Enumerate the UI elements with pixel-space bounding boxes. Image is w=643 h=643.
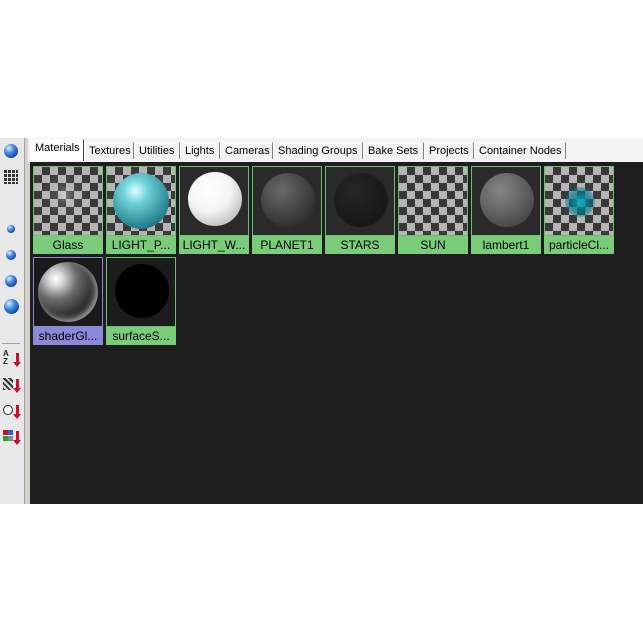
tab-shading-groups[interactable]: Shading Groups: [273, 142, 363, 159]
swatch-label: shaderGl...: [33, 327, 103, 345]
left-toolbar: AZ: [0, 138, 25, 504]
swatch-preview: [106, 257, 176, 327]
sort-by-name-icon[interactable]: AZ: [1, 349, 21, 369]
tab-bar: Materials Textures Utilities Lights Came…: [28, 138, 643, 162]
material-swatch-planet1[interactable]: PLANET1: [252, 166, 322, 254]
swatch-preview: [544, 166, 614, 236]
swatch-preview: [106, 166, 176, 236]
swatch-label: LIGHT_P...: [106, 236, 176, 254]
tab-bake-sets[interactable]: Bake Sets: [363, 142, 424, 159]
swatch-label: SUN: [398, 236, 468, 254]
swatch-label: LIGHT_W...: [179, 236, 249, 254]
swatch-preview: [33, 166, 103, 236]
material-swatch-light-w[interactable]: LIGHT_W...: [179, 166, 249, 254]
tab-materials[interactable]: Materials: [30, 139, 84, 161]
sphere-medium-icon[interactable]: [1, 245, 21, 265]
tab-textures[interactable]: Textures: [84, 142, 134, 159]
swatch-preview: [398, 166, 468, 236]
tab-lights[interactable]: Lights: [180, 142, 220, 159]
sort-by-time-icon[interactable]: [1, 401, 21, 421]
material-swatch-particle-cloud[interactable]: particleCl...: [544, 166, 614, 254]
sphere-small-icon[interactable]: [1, 219, 21, 239]
sphere-large2-icon[interactable]: [1, 271, 21, 291]
swatch-area: Glass LIGHT_P... LIGHT_W... PLANET1 STAR…: [30, 162, 643, 504]
tab-utilities[interactable]: Utilities: [134, 142, 180, 159]
swatch-preview: [325, 166, 395, 236]
swatch-label: particleCl...: [544, 236, 614, 254]
sort-by-type-icon[interactable]: [1, 375, 21, 395]
swatch-label: PLANET1: [252, 236, 322, 254]
swatch-preview: [471, 166, 541, 236]
tab-cameras[interactable]: Cameras: [220, 142, 273, 159]
material-swatch-light-p[interactable]: LIGHT_P...: [106, 166, 176, 254]
swatch-label: surfaceS...: [106, 327, 176, 345]
swatch-preview: [179, 166, 249, 236]
swatch-preview: [252, 166, 322, 236]
sort-reverse-icon[interactable]: [1, 427, 21, 447]
swatch-label: lambert1: [471, 236, 541, 254]
toolbar-divider: [2, 343, 20, 344]
swatch-label: STARS: [325, 236, 395, 254]
swatch-label: Glass: [33, 236, 103, 254]
material-swatch-surface-shader[interactable]: surfaceS...: [106, 257, 176, 345]
tab-projects[interactable]: Projects: [424, 142, 474, 159]
hypershade-panel: AZ Materials Textures Utilities Lights C…: [0, 138, 643, 504]
tab-container-nodes[interactable]: Container Nodes: [474, 142, 566, 159]
material-swatch-sun[interactable]: SUN: [398, 166, 468, 254]
material-swatch-shader-glow[interactable]: shaderGl...: [33, 257, 103, 345]
sphere-xlarge-icon[interactable]: [1, 296, 21, 316]
material-swatch-stars[interactable]: STARS: [325, 166, 395, 254]
swatch-preview: [33, 257, 103, 327]
sphere-large-icon[interactable]: [1, 141, 21, 161]
material-swatch-glass[interactable]: Glass: [33, 166, 103, 254]
material-swatch-lambert1[interactable]: lambert1: [471, 166, 541, 254]
grid-view-icon[interactable]: [1, 167, 21, 187]
